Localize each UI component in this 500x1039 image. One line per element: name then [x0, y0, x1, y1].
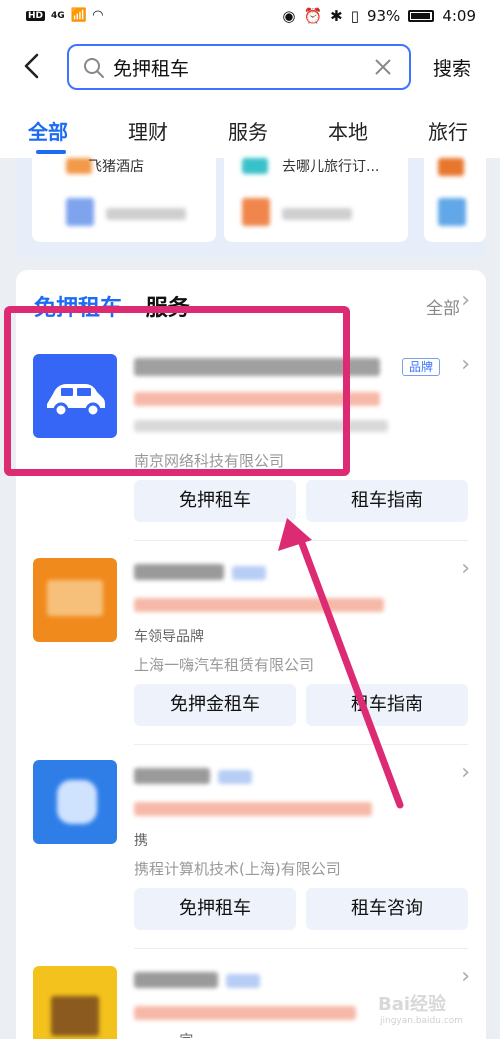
watermark: Bai经验 — [378, 994, 447, 1015]
watermark-url: jingyan.baidu.com — [380, 1016, 464, 1026]
annotation-arrow — [278, 518, 404, 809]
